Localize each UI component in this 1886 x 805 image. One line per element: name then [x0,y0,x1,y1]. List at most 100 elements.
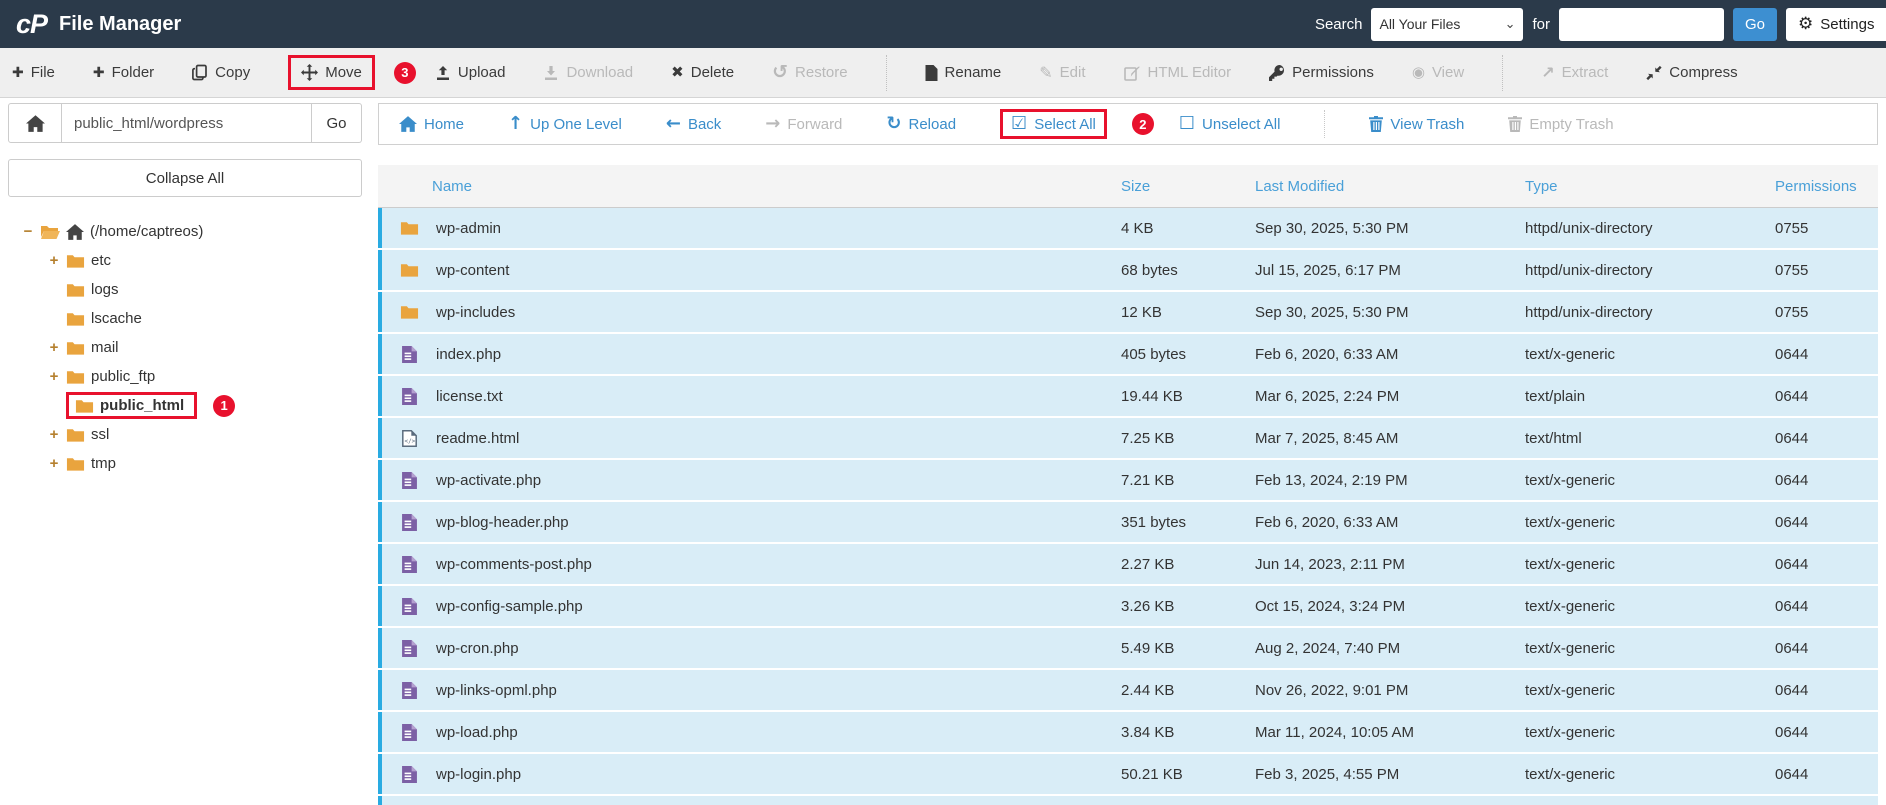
toolbar-item-move[interactable]: Move [288,55,375,90]
nav-item-reload[interactable]: ↻ Reload [886,115,956,133]
expand-icon[interactable]: + [48,426,60,443]
expand-icon[interactable]: + [48,455,60,472]
toolbar-item-download[interactable]: Download [543,64,633,81]
toolbar-item-upload[interactable]: Upload [435,64,505,81]
toolbar-item-view[interactable]: ◉ View [1412,64,1464,81]
table-row[interactable]: </> readme.html 7.25 KB Mar 7, 2025, 8:45 A… [378,418,1878,458]
toolbar-item-rename[interactable]: Rename [925,64,1001,81]
toolbar-item-permissions[interactable]: Permissions [1269,64,1374,81]
cell-type: text/html [1525,429,1582,447]
expand-icon[interactable]: + [48,252,60,269]
home-icon [25,114,45,132]
toolbar-item-label: File [30,64,55,81]
home-path-button[interactable] [8,103,62,143]
tree-item-logs[interactable]: logs [22,275,362,304]
extract-icon: ↗ [1541,62,1555,82]
table-row[interactable]: wp-content 68 bytes Jul 15, 2025, 6:17 PM h… [378,250,1878,290]
table-row[interactable]: wp-comments-post.php 2.27 KB Jun 14, 2023,… [378,544,1878,584]
table-row[interactable]: wp-config-sample.php 3.26 KB Oct 15, 2024,… [378,586,1878,626]
toolbar-item-extract[interactable]: ↗ Extract [1541,64,1608,81]
table-row[interactable]: wp-cron.php 5.49 KB Aug 2, 2024, 7:40 PM te… [378,628,1878,668]
cell-name: wp-activate.php [436,471,542,489]
settings-button[interactable]: ⚙ Settings [1786,7,1886,41]
table-row[interactable]: wp-login.php 50.21 KB Feb 3, 2025, 4:55 PM… [378,754,1878,794]
file-icon [382,597,436,615]
tree-item-lscache[interactable]: lscache [22,304,362,333]
toolbar-item-folder[interactable]: ✚ Folder [93,64,154,81]
toolbar-item-file[interactable]: ✚ File [12,64,55,81]
table-row[interactable]: wp-admin 4 KB Sep 30, 2025, 5:30 PM httpd/u… [378,208,1878,248]
toolbar-item-delete[interactable]: ✖ Delete [671,64,734,81]
cell-name: wp-links-opml.php [436,681,557,699]
tree-item-ssl[interactable]: + ssl [22,420,362,449]
cell-name: license.txt [436,387,503,405]
directory-tree: − (/home/captreos) + etc logs lscache + mail + pu… [8,217,362,478]
nav-item-forward[interactable]: → Forward [765,115,842,133]
cell-size: 7.21 KB [1121,471,1175,489]
collapse-all-button[interactable]: Collapse All [8,159,362,197]
cell-size: 4 KB [1121,219,1154,237]
expand-icon[interactable]: + [48,339,60,356]
expand-icon[interactable]: + [48,368,60,385]
cell-modified: Sep 30, 2025, 5:30 PM [1255,219,1409,237]
nav-item-select-all[interactable]: ☑ Select All [1000,109,1107,139]
toolbar-item-edit[interactable]: ✎ Edit [1039,64,1085,81]
column-header-size[interactable]: Size [1121,178,1255,195]
file-icon [382,723,436,741]
path-go-button[interactable]: Go [312,103,362,143]
tree-item-etc[interactable]: + etc [22,246,362,275]
cell-type: text/x-generic [1525,681,1616,699]
table-row-partial[interactable] [378,796,1878,805]
path-input[interactable] [62,103,312,143]
toolbar-item-compress[interactable]: Compress [1646,64,1738,81]
file-icon [382,555,436,573]
file-icon [382,471,436,489]
nav-item-empty-trash[interactable]: Empty Trash [1508,116,1614,133]
cell-modified: Sep 30, 2025, 5:30 PM [1255,303,1409,321]
table-row[interactable]: wp-blog-header.php 351 bytes Feb 6, 2020, … [378,502,1878,542]
table-row[interactable]: wp-load.php 3.84 KB Mar 11, 2024, 10:05 AM… [378,712,1878,752]
table-row[interactable]: wp-activate.php 7.21 KB Feb 13, 2024, 2:19… [378,460,1878,500]
table-row[interactable]: license.txt 19.44 KB Mar 6, 2025, 2:24 PM t… [378,376,1878,416]
column-header-last-modified[interactable]: Last Modified [1255,178,1525,195]
cell-size: 68 bytes [1121,261,1178,279]
cell-modified: Jul 15, 2025, 6:17 PM [1255,261,1401,279]
nav-item-unselect-all[interactable]: ☐ Unselect All [1179,115,1281,133]
search-input[interactable] [1559,7,1724,41]
toolbar-item-label: Folder [111,64,155,81]
cell-type: text/x-generic [1525,555,1616,573]
settings-label: Settings [1820,15,1875,33]
tree-item-tmp[interactable]: + tmp [22,449,362,478]
nav-item-back[interactable]: ← Back [666,115,721,133]
download-icon [543,65,559,81]
column-header-name[interactable]: Name [432,178,1121,195]
nav-item-up-one-level[interactable]: ↑ Up One Level [508,115,622,133]
tree-item-home-captreos[interactable]: − (/home/captreos) [22,217,362,246]
nav-item-home[interactable]: Home [399,116,464,133]
column-header-permissions[interactable]: Permissions [1775,178,1878,195]
nav-item-view-trash[interactable]: View Trash [1369,116,1464,133]
toolbar-item-copy[interactable]: Copy [192,64,250,81]
tree-item-public-html[interactable]: public_html 1 [22,391,362,420]
tree-item-label: logs [91,281,119,298]
tree-item-public-ftp[interactable]: + public_ftp [22,362,362,391]
collapse-icon[interactable]: − [22,223,34,240]
table-row[interactable]: wp-includes 12 KB Sep 30, 2025, 5:30 PM htt… [378,292,1878,332]
search-scope-select[interactable]: All Your Files ⌄ [1371,7,1524,41]
column-header-type[interactable]: Type [1525,178,1775,195]
nav-item-label: Forward [787,115,843,133]
table-row[interactable]: wp-links-opml.php 2.44 KB Nov 26, 2022, 9:… [378,670,1878,710]
toolbar-item-label: Compress [1669,64,1738,81]
tree-item-mail[interactable]: + mail [22,333,362,362]
cell-modified: Feb 6, 2020, 6:33 AM [1255,345,1399,363]
cell-type: text/x-generic [1525,597,1616,615]
toolbar-item-restore[interactable]: ↺ Restore [772,63,847,82]
cell-name: wp-load.php [436,723,518,741]
folder-icon [66,282,85,298]
cell-name: wp-cron.php [436,639,519,657]
table-row[interactable]: index.php 405 bytes Feb 6, 2020, 6:33 AM te… [378,334,1878,374]
toolbar-item-html-editor[interactable]: HTML Editor [1123,64,1231,81]
reload-icon: ↻ [886,113,902,134]
search-go-button[interactable]: Go [1733,7,1777,41]
for-label: for [1532,15,1550,33]
